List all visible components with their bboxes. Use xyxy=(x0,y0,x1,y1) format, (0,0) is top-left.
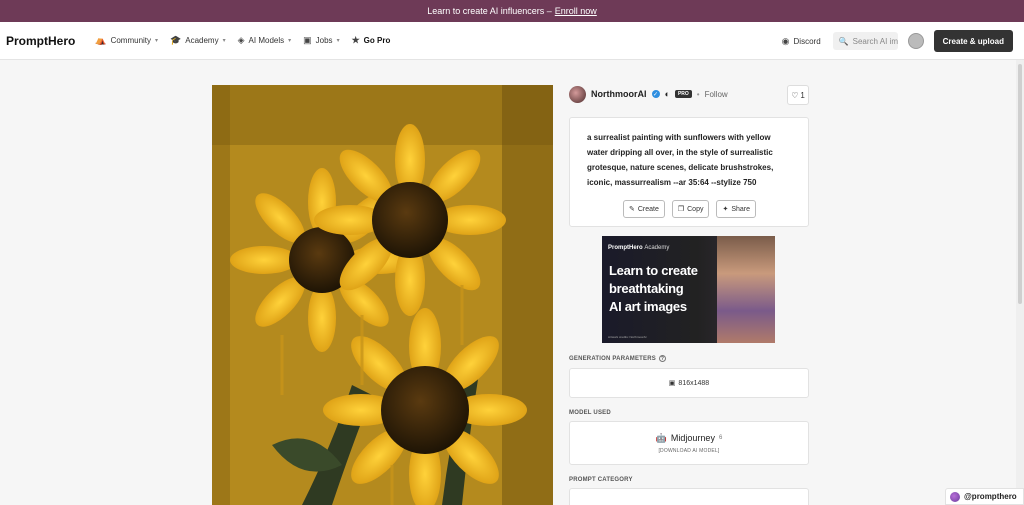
nav-ai-models-label: AI Models xyxy=(248,36,285,45)
academy-ad-banner[interactable]: PromptHero Academy Learn to create breat… xyxy=(602,236,775,343)
heart-icon: ♡ xyxy=(791,90,799,100)
twitter-icon: ✦ xyxy=(722,206,729,213)
search-input[interactable]: 🔍 Search AI images xyxy=(832,32,898,50)
prompt-category-card xyxy=(569,488,809,505)
chevron-down-icon: ▾ xyxy=(155,38,159,44)
copy-icon: ❐ xyxy=(677,206,685,213)
prompt-category-heading: PROMPT CATEGORY xyxy=(569,477,809,483)
separator-dot: • xyxy=(696,89,700,99)
ad-credit: Artwork credits: NorthmoorAI xyxy=(608,335,647,339)
graduation-cap-icon: 🎓 xyxy=(170,35,182,45)
watermark-text: @prompthero xyxy=(964,492,1017,501)
generation-parameters-label: GENERATION PARAMETERS xyxy=(569,355,656,362)
nav-go-pro[interactable]: ★ Go Pro xyxy=(352,35,391,46)
model-version: 6 xyxy=(718,435,723,441)
briefcase-icon: ▣ xyxy=(303,35,312,45)
model-used-heading: MODEL USED xyxy=(569,410,809,416)
share-button[interactable]: ✦ Share xyxy=(716,200,757,218)
chevron-down-icon: ▾ xyxy=(288,38,292,44)
search-placeholder: Search AI images xyxy=(852,36,898,46)
model-name-row[interactable]: 🤖 Midjourney 6 xyxy=(656,433,723,444)
prompthero-watermark: @prompthero xyxy=(945,488,1024,505)
create-button-label: Create xyxy=(637,205,659,213)
prompt-card: a surrealist painting with sunflowers wi… xyxy=(569,117,809,227)
author-row: NorthmoorAI ✓ ◐ PRO • Follow ♡ 1 xyxy=(569,85,809,105)
artwork-image[interactable] xyxy=(212,85,553,505)
wand-icon: ✎ xyxy=(628,206,635,213)
like-button[interactable]: ♡ 1 xyxy=(787,85,809,105)
copy-button[interactable]: ❐ Copy xyxy=(671,200,710,218)
chevron-down-icon: ▾ xyxy=(222,38,226,44)
enroll-now-link[interactable]: Enroll now xyxy=(555,6,597,16)
nav-jobs-label: Jobs xyxy=(315,36,333,45)
share-button-label: Share xyxy=(731,205,751,213)
ad-portrait-image xyxy=(717,236,775,343)
cube-icon: ◈ xyxy=(237,35,245,45)
robot-icon: 🤖 xyxy=(655,432,667,443)
detail-panel: NorthmoorAI ✓ ◐ PRO • Follow ♡ 1 a surre… xyxy=(569,85,809,505)
sunflower-painting xyxy=(212,85,553,505)
create-button[interactable]: ✎ Create xyxy=(622,200,665,218)
nav-academy-label: Academy xyxy=(185,36,219,45)
copy-button-label: Copy xyxy=(687,205,704,213)
logo[interactable]: PromptHero xyxy=(6,34,75,48)
prompt-actions: ✎ Create ❐ Copy ✦ Share xyxy=(587,200,792,218)
discord-link[interactable]: ◉ Discord xyxy=(782,36,821,47)
ad-brand-suffix: Academy xyxy=(644,245,670,251)
prompt-category-label: PROMPT CATEGORY xyxy=(569,477,633,483)
shield-icon: ◐ xyxy=(664,89,670,99)
chevron-down-icon: ▾ xyxy=(336,38,340,44)
promo-banner: Learn to create AI influencers – Enroll … xyxy=(0,0,1024,22)
discord-label: Discord xyxy=(793,36,821,46)
prompthero-logo-icon xyxy=(950,491,960,502)
model-card: 🤖 Midjourney 6 [DOWNLOAD AI MODEL] xyxy=(569,421,809,465)
dimensions-card: ▣ 816x1488 xyxy=(569,368,809,398)
help-icon[interactable]: ? xyxy=(658,355,666,362)
ad-brand-name: PromptHero xyxy=(608,245,643,251)
dimensions-value: 816x1488 xyxy=(678,379,710,387)
image-icon: ▣ xyxy=(668,380,676,387)
promo-banner-text: Learn to create AI influencers – xyxy=(427,6,552,16)
navbar-right: ◉ Discord 🔍 Search AI images Create & up… xyxy=(782,22,1013,60)
model-used-label: MODEL USED xyxy=(569,410,611,416)
ad-headline-3: AI art images xyxy=(609,299,687,314)
discord-icon: ◉ xyxy=(781,35,790,46)
nav-community[interactable]: ⛺ Community ▾ xyxy=(95,35,158,46)
ad-headline-1: Learn to create xyxy=(609,263,698,278)
create-upload-button[interactable]: Create & upload xyxy=(933,30,1013,52)
ad-headline-2: breathtaking xyxy=(609,281,684,296)
nav-jobs[interactable]: ▣ Jobs ▾ xyxy=(303,35,339,46)
star-icon: ★ xyxy=(351,35,360,45)
nav-ai-models[interactable]: ◈ AI Models ▾ xyxy=(238,35,292,46)
download-model-link[interactable]: [DOWNLOAD AI MODEL] xyxy=(658,448,719,454)
generation-parameters-heading: GENERATION PARAMETERS ? xyxy=(569,355,809,362)
nav-academy[interactable]: 🎓 Academy ▾ xyxy=(170,35,226,46)
pro-badge: PRO xyxy=(674,90,692,98)
like-count: 1 xyxy=(800,90,805,100)
search-icon: 🔍 xyxy=(838,36,849,46)
nav-go-pro-label: Go Pro xyxy=(363,36,391,45)
page-scrollbar[interactable] xyxy=(1016,60,1024,505)
triangle-people-icon: ⛺ xyxy=(95,35,107,45)
model-name: Midjourney xyxy=(670,433,715,443)
follow-button[interactable]: Follow xyxy=(705,90,728,99)
prompt-text: a surrealist painting with sunflowers wi… xyxy=(587,133,774,187)
author-avatar[interactable] xyxy=(569,85,586,103)
ad-brand: PromptHero Academy xyxy=(608,245,669,251)
author-name[interactable]: NorthmoorAI xyxy=(591,89,647,99)
user-avatar[interactable] xyxy=(907,33,924,49)
verified-icon: ✓ xyxy=(651,90,660,98)
top-navbar: PromptHero ⛺ Community ▾ 🎓 Academy ▾ ◈ A… xyxy=(0,22,1024,60)
nav-community-label: Community xyxy=(110,36,152,45)
